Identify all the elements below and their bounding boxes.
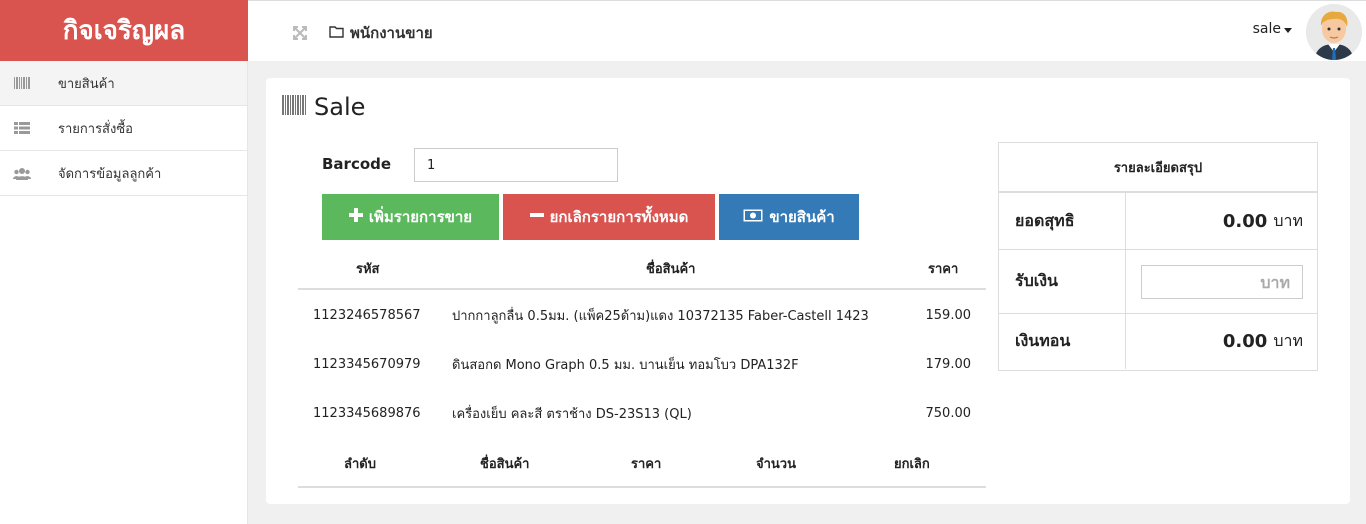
sidebar-item-label: จัดการข้อมูลลูกค้า — [58, 166, 162, 182]
currency-unit: บาท — [1273, 210, 1303, 230]
received-label: รับเงิน — [1015, 271, 1058, 290]
col-cart-name: ชื่อสินค้า — [480, 456, 530, 472]
plus-icon — [348, 208, 363, 226]
change-row: เงินทอน 0.00 บาท — [999, 314, 1317, 369]
product-code: 1123345670979 — [313, 357, 421, 372]
sidebar-item-label: รายการสั่งซื้อ — [58, 121, 133, 137]
sidebar-item-orders[interactable]: รายการสั่งซื้อ — [0, 106, 247, 151]
net-total-value: 0.00 บาท — [1223, 193, 1303, 249]
sell-button[interactable]: ขายสินค้า — [719, 194, 859, 240]
col-name: ชื่อสินค้า — [646, 261, 696, 277]
page-title-text: Sale — [314, 93, 366, 121]
net-total-label: ยอดสุทธิ — [1015, 210, 1075, 230]
currency-unit: บาท — [1273, 331, 1303, 350]
folder-icon — [329, 24, 344, 42]
barcode-label: Barcode — [322, 155, 392, 173]
list-icon — [0, 122, 58, 134]
summary-title: รายละเอียดสรุป — [999, 143, 1317, 193]
product-price: 750.00 — [925, 406, 972, 421]
product-code: 1123345689876 — [313, 406, 421, 421]
barcode-icon — [282, 93, 306, 121]
table-row[interactable]: 1123246578567 ปากกาลูกลื่น 0.5มม. (แพ็ค2… — [298, 291, 986, 340]
user-menu[interactable]: sale — [1253, 21, 1292, 37]
received-input[interactable] — [1141, 265, 1303, 299]
change-value: 0.00 บาท — [1223, 314, 1303, 369]
add-item-button[interactable]: เพิ่มรายการขาย — [322, 194, 499, 240]
product-price: 159.00 — [925, 308, 972, 323]
minus-icon — [529, 208, 544, 226]
sidebar: ขายสินค้า รายการสั่งซื้อ จัดการข้อมูลลูก… — [0, 61, 248, 524]
col-price: ราคา — [928, 261, 959, 277]
net-total-row: ยอดสุทธิ 0.00 บาท — [999, 193, 1317, 250]
page-title: Sale — [282, 93, 365, 121]
breadcrumb: พนักงานขาย — [329, 21, 433, 45]
sale-panel: Sale Barcode เพิ่มรายการขาย ยกเลิกรายการ… — [266, 78, 1350, 504]
users-icon — [0, 167, 58, 180]
summary-box: รายละเอียดสรุป ยอดสุทธิ 0.00 บาท รับเงิน… — [998, 142, 1318, 371]
col-cancel: ยกเลิก — [894, 456, 930, 472]
top-navbar: พนักงานขาย sale — [248, 0, 1366, 61]
barcode-input[interactable] — [414, 148, 618, 182]
sidebar-item-label: ขายสินค้า — [58, 76, 115, 92]
change-amount: 0.00 — [1222, 331, 1268, 352]
caret-down-icon — [1284, 27, 1292, 33]
col-order: ลำดับ — [344, 456, 376, 472]
avatar[interactable] — [1306, 4, 1362, 60]
product-table-header: รหัส ชื่อสินค้า ราคา — [298, 248, 986, 290]
sidebar-item-customers[interactable]: จัดการข้อมูลลูกค้า — [0, 151, 247, 196]
product-name: ดินสอกด Mono Graph 0.5 มม. บานเย็น ทอมโบ… — [452, 358, 799, 373]
add-item-label: เพิ่มรายการขาย — [368, 208, 473, 226]
product-code: 1123246578567 — [313, 308, 421, 323]
product-name: ปากกาลูกลื่น 0.5มม. (แพ็ค25ด้าม)แดง 1037… — [452, 309, 869, 324]
col-qty: จำนวน — [756, 456, 796, 472]
table-row[interactable]: 1123345689876 เครื่องเย็บ คละสี ตราช้าง … — [298, 389, 986, 438]
barcode-icon — [0, 77, 58, 89]
col-cart-price: ราคา — [631, 456, 662, 472]
breadcrumb-label: พนักงานขาย — [350, 24, 433, 42]
money-icon — [743, 208, 763, 226]
cancel-all-label: ยกเลิกรายการทั้งหมด — [549, 208, 689, 226]
cancel-all-button[interactable]: ยกเลิกรายการทั้งหมด — [503, 194, 715, 240]
fullscreen-icon[interactable] — [293, 25, 307, 40]
sidebar-item-sell[interactable]: ขายสินค้า — [0, 61, 247, 106]
product-price: 179.00 — [925, 357, 972, 372]
product-name: เครื่องเย็บ คละสี ตราช้าง DS-23S13 (QL) — [452, 407, 692, 422]
sell-label: ขายสินค้า — [769, 208, 835, 226]
user-name: sale — [1252, 21, 1281, 37]
net-total-amount: 0.00 — [1222, 210, 1268, 232]
table-row[interactable]: 1123345670979 ดินสอกด Mono Graph 0.5 มม.… — [298, 340, 986, 389]
brand-logo[interactable]: กิจเจริญผล — [0, 0, 248, 61]
received-row: รับเงิน — [999, 250, 1317, 314]
change-label: เงินทอน — [1015, 331, 1071, 350]
col-code: รหัส — [356, 261, 380, 277]
cart-table-header: ลำดับ ชื่อสินค้า ราคา จำนวน ยกเลิก — [298, 440, 986, 488]
